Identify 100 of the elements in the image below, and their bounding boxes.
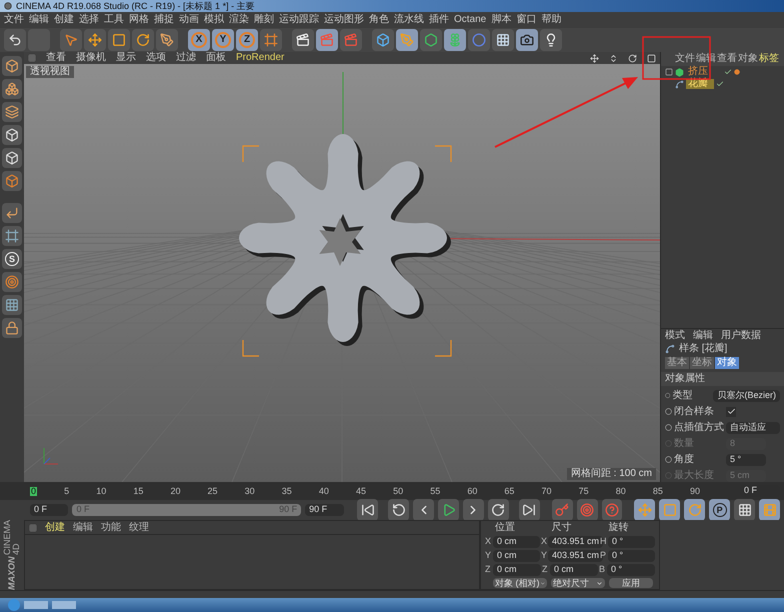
menu-item[interactable]: 模拟 <box>204 15 224 25</box>
attribute-menu-item[interactable]: 模式 <box>665 331 685 341</box>
floor-button[interactable] <box>492 29 514 51</box>
key-scale-button[interactable] <box>659 499 680 521</box>
dropdown-field[interactable]: 贝塞尔(Bezier) <box>713 390 780 402</box>
menu-item[interactable]: 帮助 <box>541 15 562 25</box>
viewport-menu-item[interactable]: 选项 <box>146 53 166 63</box>
mode-tool-button[interactable] <box>2 318 22 338</box>
coordinate-system-button[interactable] <box>260 29 282 51</box>
material-menu-item[interactable]: 功能 <box>101 522 121 532</box>
key-position-button[interactable] <box>634 499 656 521</box>
key-rotation-button[interactable] <box>684 499 706 521</box>
select-tool-button[interactable] <box>60 29 82 51</box>
menu-item[interactable]: 插件 <box>429 15 449 25</box>
spline-pen-button[interactable] <box>396 29 418 51</box>
animate-radio-icon[interactable] <box>665 456 672 463</box>
axis-lock-button[interactable]: Y <box>212 29 234 51</box>
mode-dropdown[interactable]: 绝对尺寸 <box>551 578 605 588</box>
animate-radio-icon[interactable] <box>665 392 670 399</box>
start-frame-field[interactable]: 0 F <box>30 504 68 516</box>
menu-item[interactable]: 运动图形 <box>324 15 364 25</box>
apply-button[interactable]: 应用 <box>609 578 653 588</box>
attribute-menu-item[interactable]: 用户数据 <box>721 331 761 341</box>
key-parameter-button[interactable]: P <box>709 499 730 521</box>
menu-item[interactable]: Octane <box>454 15 486 25</box>
menu-item[interactable]: 文件 <box>4 15 24 25</box>
menu-item[interactable]: 捕捉 <box>154 15 174 25</box>
menu-item[interactable]: 编辑 <box>29 15 49 25</box>
scale-tool-button[interactable] <box>108 29 130 51</box>
mode-tool-button[interactable] <box>2 56 22 76</box>
checkbox[interactable] <box>726 406 736 416</box>
previous-frame-button[interactable] <box>413 499 434 521</box>
undo-button[interactable] <box>4 29 26 51</box>
material-menu-item[interactable]: 创建 <box>45 522 65 532</box>
material-menu-item[interactable]: 纹理 <box>129 522 149 532</box>
viewport-menu-item[interactable]: ProRender <box>236 53 284 63</box>
coordinate-field[interactable]: 0 cm <box>493 536 540 548</box>
axis-lock-button[interactable]: X <box>188 29 210 51</box>
array-button[interactable] <box>444 29 466 51</box>
menu-item[interactable]: 窗口 <box>516 15 536 25</box>
mode-tool-button[interactable] <box>2 79 22 99</box>
menu-item[interactable]: 网格 <box>129 15 149 25</box>
viewport-menu-item[interactable]: 显示 <box>116 53 136 63</box>
collapse-toggle-icon[interactable] <box>665 68 673 76</box>
mode-tool-button[interactable] <box>2 171 22 191</box>
mode-tool-button[interactable] <box>2 295 22 315</box>
material-menu-item[interactable]: 编辑 <box>73 522 93 532</box>
mode-tool-button[interactable] <box>2 272 22 292</box>
play-button[interactable] <box>438 499 460 521</box>
toggle-view-icon[interactable] <box>647 54 656 62</box>
start-orb-icon[interactable] <box>8 599 20 611</box>
menu-item[interactable]: 脚本 <box>491 15 512 25</box>
object-menu-item[interactable]: 标签 <box>759 54 779 64</box>
number-field[interactable]: 5 ° <box>726 454 766 466</box>
mode-tool-button[interactable] <box>2 148 22 168</box>
move-tool-button[interactable] <box>84 29 106 51</box>
next-frame-button[interactable] <box>463 499 484 521</box>
menu-item[interactable]: 雕刻 <box>254 15 274 25</box>
object-menu-item[interactable]: 对象 <box>738 54 758 64</box>
auto-key-button[interactable] <box>576 499 598 521</box>
go-to-start-button[interactable] <box>357 499 378 521</box>
animate-radio-icon[interactable] <box>665 408 672 415</box>
menu-item[interactable]: 流水线 <box>394 15 424 25</box>
viewport-menu-item[interactable]: 查看 <box>46 53 66 63</box>
menu-item[interactable]: 工具 <box>104 15 124 25</box>
render-view-button[interactable] <box>292 29 314 51</box>
end-frame-field[interactable]: 90 F <box>305 504 344 516</box>
coordinate-field[interactable]: 0 ° <box>608 536 655 548</box>
mode-tool-button[interactable] <box>2 226 22 246</box>
viewport-menu-item[interactable]: 摄像机 <box>76 53 106 63</box>
previous-key-button[interactable] <box>388 499 410 521</box>
menu-item[interactable]: 动画 <box>179 15 199 25</box>
record-key-button[interactable] <box>552 499 573 521</box>
coordinate-field[interactable]: 0 cm <box>493 564 541 576</box>
menu-item[interactable]: 运动跟踪 <box>279 15 319 25</box>
coordinate-field[interactable]: 0 cm <box>550 564 598 576</box>
generator-button[interactable] <box>420 29 442 51</box>
mode-tool-button[interactable] <box>2 125 22 145</box>
axis-lock-button[interactable]: Z <box>236 29 258 51</box>
tree-item[interactable]: 挤压 <box>686 67 722 77</box>
pen-tool-button[interactable] <box>156 29 178 51</box>
viewport-menu-item[interactable]: 过滤 <box>176 53 196 63</box>
coordinate-field[interactable]: 0 ° <box>607 564 655 576</box>
orbit-view-icon[interactable] <box>628 54 637 62</box>
viewport-menu-item[interactable]: 面板 <box>206 53 226 63</box>
dropdown-field[interactable]: 自动适应 <box>726 422 780 434</box>
key-selection-button[interactable] <box>602 499 622 521</box>
pan-view-icon[interactable] <box>590 54 599 62</box>
camera-button[interactable] <box>516 29 538 51</box>
next-key-button[interactable] <box>488 499 509 521</box>
light-button[interactable] <box>540 29 562 51</box>
mode-tool-button[interactable] <box>2 203 22 223</box>
menu-item[interactable]: 角色 <box>369 15 389 25</box>
menu-item[interactable]: 创建 <box>54 15 74 25</box>
coordinate-field[interactable]: 0 ° <box>608 550 655 562</box>
mode-dropdown[interactable]: 对象 (相对) <box>493 578 547 588</box>
cube-button[interactable] <box>372 29 394 51</box>
render-settings-button[interactable] <box>340 29 362 51</box>
animate-radio-icon[interactable] <box>665 424 672 431</box>
zoom-view-icon[interactable] <box>609 54 618 62</box>
